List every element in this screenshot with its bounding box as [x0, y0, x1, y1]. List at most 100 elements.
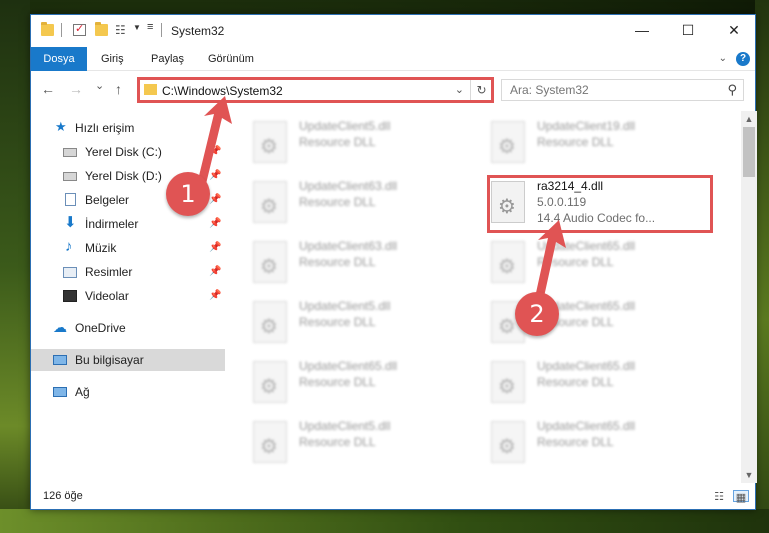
file-name: ra3214_4.dll: [537, 179, 604, 193]
sidebar-item-quick-access[interactable]: ★ Hızlı erişim: [31, 117, 225, 139]
dll-file-icon: ⚙: [253, 121, 287, 163]
maximize-button[interactable]: ☐: [665, 15, 711, 45]
dll-file-icon: ⚙: [491, 121, 525, 163]
file-item-highlighted[interactable]: ⚙ ra3214_4.dll 5.0.0.119 14.4 Audio Code…: [465, 175, 691, 227]
file-description: Resource DLL: [537, 255, 614, 269]
sidebar-item-label: Ağ: [75, 385, 90, 399]
dll-file-icon: ⚙: [491, 241, 525, 283]
file-name: UpdateClient65.dll: [299, 359, 398, 373]
tab-share[interactable]: Paylaş: [139, 47, 196, 71]
documents-icon: [65, 193, 76, 206]
tab-view[interactable]: Görünüm: [196, 47, 266, 71]
scrollbar-thumb[interactable]: [743, 127, 755, 177]
minimize-button[interactable]: —: [619, 15, 665, 45]
file-name: UpdateClient63.dll: [299, 179, 398, 193]
file-name: UpdateClient65.dll: [537, 239, 636, 253]
dll-file-icon: ⚙: [253, 181, 287, 223]
sidebar-item-label: Resimler: [85, 265, 133, 279]
file-item[interactable]: ⚙ UpdateClient5.dll Resource DLL: [227, 115, 453, 167]
dll-file-icon: ⚙: [253, 241, 287, 283]
file-description: Resource DLL: [299, 135, 376, 149]
tab-file[interactable]: Dosya: [31, 47, 87, 71]
search-icon[interactable]: ⚲: [727, 82, 737, 98]
file-version: 5.0.0.119: [537, 195, 587, 209]
close-button[interactable]: ✕: [711, 15, 757, 45]
sidebar-item-this-pc[interactable]: Bu bilgisayar: [31, 349, 225, 371]
file-list: ⚙ UpdateClient5.dll Resource DLL ⚙ Updat…: [227, 113, 741, 481]
file-description: Resource DLL: [537, 135, 614, 149]
file-description: Resource DLL: [537, 435, 614, 449]
vertical-scrollbar[interactable]: ▲ ▼: [741, 111, 757, 483]
pin-icon[interactable]: 📌: [209, 237, 221, 259]
step-2-badge: 2: [515, 292, 559, 336]
pin-icon[interactable]: 📌: [209, 261, 221, 283]
back-arrow-icon[interactable]: ←: [41, 81, 55, 97]
pin-icon[interactable]: 📌: [209, 189, 221, 211]
details-view-icon[interactable]: ☷: [711, 490, 727, 503]
file-item[interactable]: ⚙ UpdateClient19.dll Resource DLL: [465, 115, 691, 167]
desktop-background-right: [755, 0, 769, 533]
dll-file-icon: ⚙: [491, 361, 525, 403]
search-input[interactable]: [510, 80, 710, 100]
new-folder-icon[interactable]: [95, 22, 108, 36]
scroll-down-icon[interactable]: ▼: [741, 467, 757, 483]
pin-icon[interactable]: 📌: [209, 141, 221, 163]
status-bar: 126 öğe ☷ ▦: [31, 485, 755, 509]
sidebar-item-label: Hızlı erişim: [75, 121, 135, 135]
file-description: Resource DLL: [299, 435, 376, 449]
sidebar-item-videos[interactable]: Videolar 📌: [31, 285, 225, 307]
pin-icon[interactable]: 📌: [209, 285, 221, 307]
file-item[interactable]: ⚙ UpdateClient63.dll Resource DLL: [227, 175, 453, 227]
file-name: UpdateClient5.dll: [299, 119, 391, 133]
address-dropdown-icon[interactable]: ⌄: [455, 83, 464, 96]
file-item[interactable]: ⚙ UpdateClient65.dll Resource DLL: [465, 415, 691, 467]
pin-icon[interactable]: 📌: [209, 213, 221, 235]
file-description: Resource DLL: [299, 315, 376, 329]
refresh-icon[interactable]: ↻: [470, 80, 492, 100]
file-item[interactable]: ⚙ UpdateClient65.dll Resource DLL: [227, 355, 453, 407]
tab-home[interactable]: Giriş: [89, 47, 136, 71]
sidebar-item-downloads[interactable]: ⬇ İndirmeler 📌: [31, 213, 225, 235]
sidebar-item-label: Yerel Disk (C:): [85, 145, 162, 159]
file-name: UpdateClient65.dll: [537, 359, 636, 373]
properties-check-icon[interactable]: [73, 22, 86, 36]
file-item[interactable]: ⚙ UpdateClient63.dll Resource DLL: [227, 235, 453, 287]
drive-icon: [63, 172, 77, 181]
item-count: 126 öğe: [43, 490, 83, 502]
tiles-view-icon[interactable]: ▦: [733, 490, 749, 504]
sidebar-item-pictures[interactable]: Resimler 📌: [31, 261, 225, 283]
address-path[interactable]: C:\Windows\System32: [162, 84, 283, 98]
sidebar-item-music[interactable]: ♪ Müzik 📌: [31, 237, 225, 259]
sidebar-item-local-disk-c[interactable]: Yerel Disk (C:) 📌: [31, 141, 225, 163]
address-bar[interactable]: C:\Windows\System32 ⌄ ↻: [137, 79, 493, 101]
recent-locations-icon[interactable]: ⌄: [95, 79, 104, 92]
sidebar-item-label: OneDrive: [75, 321, 126, 335]
file-item[interactable]: ⚙ UpdateClient65.dll Resource DLL: [465, 355, 691, 407]
quick-access-dropdown-icon[interactable]: ≡: [147, 21, 153, 33]
title-bar: ☷ ▼ ≡ System32 — ☐ ✕: [31, 15, 755, 47]
forward-arrow-icon[interactable]: →: [69, 81, 83, 97]
computer-icon: [53, 355, 67, 365]
ribbon-expand-icon[interactable]: ⌄: [719, 53, 727, 64]
sidebar-item-label: İndirmeler: [85, 217, 139, 231]
chevron-down-icon[interactable]: ▼: [133, 23, 141, 32]
sidebar-item-onedrive[interactable]: ☁ OneDrive: [31, 317, 225, 339]
scroll-up-icon[interactable]: ▲: [741, 111, 757, 127]
drive-icon: [63, 148, 77, 157]
search-box[interactable]: ⚲: [501, 79, 744, 101]
videos-icon: [63, 290, 77, 302]
file-item[interactable]: ⚙ UpdateClient65.dll Resource DLL: [465, 295, 691, 347]
sidebar-item-network[interactable]: Ağ: [31, 381, 225, 403]
explorer-window: ☷ ▼ ≡ System32 — ☐ ✕ Dosya Giriş Paylaş …: [30, 14, 757, 510]
up-arrow-icon[interactable]: ↑: [115, 81, 122, 97]
file-item[interactable]: ⚙ UpdateClient5.dll Resource DLL: [227, 415, 453, 467]
customize-toolbar-icon[interactable]: ☷: [115, 23, 126, 37]
pin-icon[interactable]: 📌: [209, 165, 221, 187]
sidebar-item-label: Müzik: [85, 241, 117, 255]
window-title: System32: [171, 24, 225, 38]
file-item[interactable]: ⚙ UpdateClient65.dll Resource DLL: [465, 235, 691, 287]
folder-icon: [41, 22, 54, 36]
file-item[interactable]: ⚙ UpdateClient5.dll Resource DLL: [227, 295, 453, 347]
music-icon: ♪: [65, 238, 73, 255]
help-icon[interactable]: ?: [736, 52, 750, 66]
